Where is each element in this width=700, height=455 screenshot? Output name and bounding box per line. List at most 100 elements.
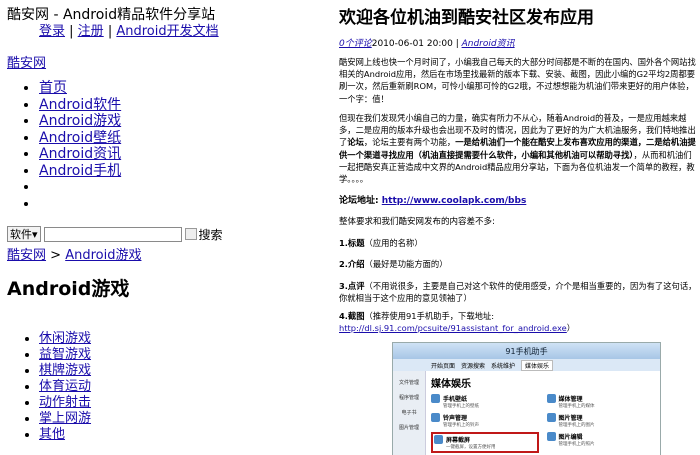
paragraph-intro: 酷安网上线也快一个月时间了，小编我自己每天的大部分时间都是不断的在国内、国外各个… xyxy=(339,57,696,104)
meta-separator: | xyxy=(452,39,462,49)
nav-item-empty xyxy=(39,179,121,196)
login-link[interactable]: 登录 xyxy=(39,24,65,39)
screenshot-tabs: 开始页面 资源搜索 系统维护 媒体娱乐 xyxy=(393,359,660,371)
wallpaper-icon xyxy=(431,394,440,403)
search-input[interactable] xyxy=(43,226,182,242)
forum-address: 论坛地址: http://www.coolapk.com/bbs xyxy=(339,195,526,207)
nav-link-wallpaper[interactable]: Android壁纸 xyxy=(39,130,121,146)
nav-link-phones[interactable]: Android手机 xyxy=(39,163,121,179)
breadcrumb-separator: > xyxy=(46,248,66,263)
requirement-text-end: ） xyxy=(566,323,576,334)
nav-item-wallpaper: Android壁纸 xyxy=(39,130,121,147)
category-link[interactable]: Android资讯 xyxy=(462,39,515,49)
nav-item-games: Android游戏 xyxy=(39,113,121,130)
forum-url-link[interactable]: http://www.coolapk.com/bbs xyxy=(382,196,527,206)
subcategory-item: 动作射击 xyxy=(39,395,91,411)
screenshot-main: 媒体娱乐 手机壁纸 管理手机上的壁纸 媒体管理 管理手机上的媒体 铃声管理 管理手机上… xyxy=(431,375,654,455)
breadcrumb: 酷安网 > Android游戏 xyxy=(7,244,141,263)
subcategory-link[interactable]: 其他 xyxy=(39,427,65,442)
screenshot-title: 91手机助手 xyxy=(505,346,548,356)
screenshot-sidebar-item: 程序管理 xyxy=(398,395,419,401)
subcategory-item: 掌上网游 xyxy=(39,411,91,427)
screen-capture-icon xyxy=(434,435,443,444)
screenshot-item-desc: 管理手机上的图片 xyxy=(558,423,595,428)
nav-link-games[interactable]: Android游戏 xyxy=(39,113,121,129)
broken-image-icon xyxy=(184,228,197,240)
screenshot-titlebar: 91手机助手 xyxy=(393,343,660,359)
search-category-select[interactable]: 软件 ▾ xyxy=(7,226,41,242)
screenshot-tab-active: 媒体娱乐 xyxy=(521,359,554,371)
nav-link-home[interactable]: 首页 xyxy=(39,80,67,96)
nav-item-empty xyxy=(39,196,121,213)
requirement-label: 2.介绍 xyxy=(339,259,365,269)
screenshot-item-name: 图片编辑 xyxy=(558,434,583,441)
screenshot-item-desc: 管理手机上的媒体 xyxy=(558,404,595,409)
main-nav: 首页 Android软件 Android游戏 Android壁纸 Android… xyxy=(0,80,121,212)
top-links: 登录 | 注册 | Android开发文档 xyxy=(39,23,219,40)
screenshot-sidebar-item: 文件管理 xyxy=(398,380,419,386)
screenshot-item-name: 铃声管理 xyxy=(443,415,468,422)
requirement-title: 1.标题（应用的名称） xyxy=(339,237,423,249)
requirement-screenshot: 4.截图（推荐使用91手机助手，下载地址: http://dl.sj.91.com… xyxy=(339,310,697,334)
screenshot-item-desc: 管理手机上的铃声 xyxy=(443,423,479,428)
subcategory-link[interactable]: 休闲游戏 xyxy=(39,331,91,346)
subcategory-item: 其他 xyxy=(39,427,91,443)
paragraph-forum: 但现在我们发现凭小编自己的力量，确实有所力不从心，随着Android的普及，一是… xyxy=(339,112,697,185)
paragraph-bold: 论坛 xyxy=(347,137,364,148)
nav-item-home: 首页 xyxy=(39,80,121,97)
subcategory-item: 益智游戏 xyxy=(39,347,91,363)
comments-link[interactable]: 0个评论 xyxy=(339,39,372,49)
screenshot-item-name: 媒体管理 xyxy=(558,396,583,403)
screenshot-tab: 系统维护 xyxy=(491,362,516,370)
breadcrumb-current[interactable]: Android游戏 xyxy=(65,248,141,263)
subcategory-link[interactable]: 益智游戏 xyxy=(39,347,91,362)
select-value: 软件 xyxy=(10,228,32,241)
subcategory-list: 休闲游戏 益智游戏 棋牌游戏 体育运动 动作射击 掌上网游 其他 xyxy=(0,331,91,443)
paragraph-text: ，论坛主要有两个功能， xyxy=(363,137,456,148)
screenshot-sidebar-item: 电子书 xyxy=(401,410,417,416)
subcategory-link[interactable]: 棋牌游戏 xyxy=(39,363,91,378)
media-icon xyxy=(546,394,556,403)
requirement-label: 3.点评 xyxy=(339,281,365,291)
screenshot-tab: 开始页面 xyxy=(431,362,456,370)
site-title: 酷安网 - Android精品软件分享站 xyxy=(7,7,216,23)
subcategory-link[interactable]: 掌上网游 xyxy=(39,411,91,426)
separator: | xyxy=(103,24,117,39)
screenshot-item-desc: 管理手机上的壁纸 xyxy=(443,404,479,409)
register-link[interactable]: 注册 xyxy=(78,24,104,39)
nav-item-news: Android资讯 xyxy=(39,146,121,163)
app-screenshot-image: 91手机助手 开始页面 资源搜索 系统维护 媒体娱乐 文件管理 程序管理 电子书… xyxy=(392,342,661,455)
screenshot-item-desc: 管理手机上的照片 xyxy=(558,442,595,447)
search-button-label: 搜索 xyxy=(198,227,223,242)
screenshot-item-highlighted: 屏幕截屏 一键截屏，设置方便好用 xyxy=(431,432,539,453)
article: 欢迎各位机油到酷安社区发布应用 0个评论2010-06-01 20:00 | A… xyxy=(339,0,700,455)
subcategory-item: 休闲游戏 xyxy=(39,331,91,347)
screenshot-item: 图片编辑 管理手机上的照片 xyxy=(546,432,655,453)
nav-link-news[interactable]: Android资讯 xyxy=(39,146,121,162)
subcategory-link[interactable]: 体育运动 xyxy=(39,379,91,394)
screenshot-sidebar: 文件管理 程序管理 电子书 图片管理 xyxy=(393,371,426,455)
category-title: Android游戏 xyxy=(7,278,130,300)
article-date: 2010-06-01 20:00 xyxy=(371,39,453,49)
article-title: 欢迎各位机油到酷安社区发布应用 xyxy=(339,8,594,28)
screenshot-item: 铃声管理 管理手机上的铃声 xyxy=(431,413,539,428)
screenshot-sidebar-item: 图片管理 xyxy=(398,425,419,431)
breadcrumb-root[interactable]: 酷安网 xyxy=(7,248,46,263)
search-button[interactable]: 搜索 xyxy=(184,226,223,243)
chevron-down-icon: ▾ xyxy=(32,227,38,241)
requirement-label: 1.标题 xyxy=(339,238,365,248)
requirement-intro: 2.介绍（最好是功能方面的） xyxy=(339,258,448,270)
dev-docs-link[interactable]: Android开发文档 xyxy=(116,24,218,39)
nav-link-software[interactable]: Android软件 xyxy=(39,97,121,113)
screenshot-grid: 手机壁纸 管理手机上的壁纸 媒体管理 管理手机上的媒体 铃声管理 管理手机上的铃声 图… xyxy=(431,394,654,453)
subcategory-link[interactable]: 动作射击 xyxy=(39,395,91,410)
screenshot-item-name: 图片管理 xyxy=(558,415,583,422)
subcategory-item: 棋牌游戏 xyxy=(39,363,91,379)
requirement-text: （最好是功能方面的） xyxy=(364,259,448,269)
subcategory-item: 体育运动 xyxy=(39,379,91,395)
download-link[interactable]: http://dl.sj.91.com/pcsuite/91assistant_… xyxy=(339,323,567,333)
screenshot-item-desc: 一键截屏，设置方便好用 xyxy=(446,445,496,450)
requirement-review: 3.点评（不用说很多，主要是自己对这个软件的使用感受，介个是相当重要的，因为有了… xyxy=(339,280,697,304)
home-link[interactable]: 酷安网 xyxy=(7,52,46,71)
nav-item-software: Android软件 xyxy=(39,97,121,114)
